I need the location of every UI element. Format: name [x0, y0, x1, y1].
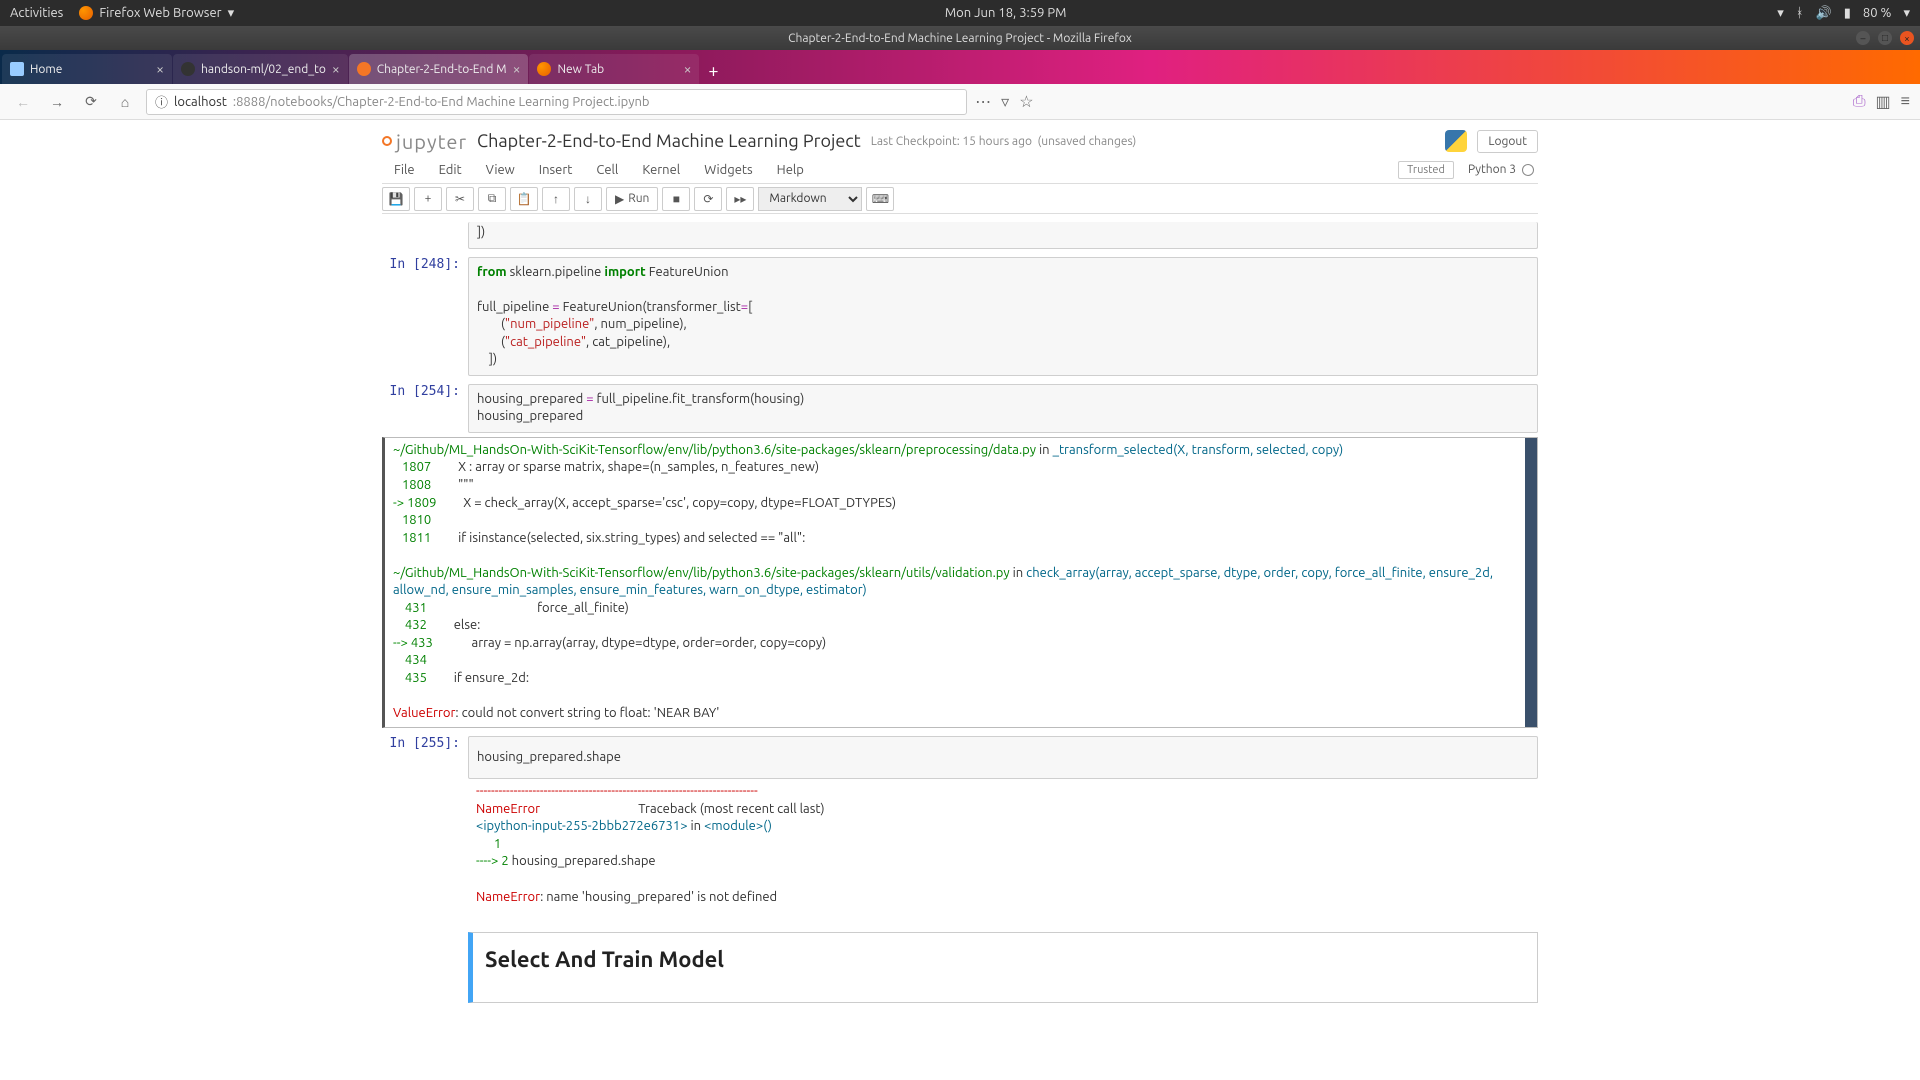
- power-icon[interactable]: ▾: [1903, 6, 1910, 21]
- error-output: ----------------------------------------…: [468, 779, 1538, 910]
- home-button[interactable]: ⌂: [112, 89, 138, 115]
- battery-pct: 80 %: [1863, 6, 1892, 20]
- code-input[interactable]: from sklearn.pipeline import FeatureUnio…: [468, 257, 1538, 376]
- trusted-badge[interactable]: Trusted: [1398, 161, 1454, 179]
- menu-file[interactable]: File: [382, 163, 427, 177]
- window-title: Chapter-2-End-to-End Machine Learning Pr…: [788, 32, 1132, 45]
- wifi-icon[interactable]: ▾: [1777, 6, 1784, 21]
- more-icon[interactable]: ⋯: [975, 92, 991, 111]
- code-input[interactable]: ]): [468, 222, 1538, 249]
- menu-kernel[interactable]: Kernel: [630, 163, 692, 177]
- traceback-output[interactable]: ~/Github/ML_HandsOn-With-SciKit-Tensorfl…: [382, 437, 1538, 728]
- menu-bar: File Edit View Insert Cell Kernel Widget…: [382, 156, 1538, 184]
- battery-icon[interactable]: ▮: [1844, 6, 1851, 21]
- cut-button[interactable]: ✂: [446, 187, 474, 211]
- move-down-button[interactable]: ↓: [574, 187, 602, 211]
- menu-help[interactable]: Help: [765, 163, 816, 177]
- firefox-icon: [79, 6, 93, 20]
- code-cell[interactable]: In [248]: from sklearn.pipeline import F…: [382, 257, 1538, 376]
- heading: Select And Train Model: [485, 947, 1525, 972]
- prompt: [382, 222, 468, 249]
- menu-view[interactable]: View: [474, 163, 527, 177]
- jupyter-logo[interactable]: jupyter: [382, 130, 467, 153]
- markdown-cell[interactable]: Select And Train Model: [382, 918, 1538, 1003]
- jupyter-icon: [357, 62, 371, 76]
- url-host: localhost: [174, 95, 227, 109]
- jupyter-header: jupyter Chapter-2-End-to-End Machine Lea…: [382, 120, 1538, 156]
- clock[interactable]: Mon Jun 18, 3:59 PM: [234, 6, 1777, 20]
- bluetooth-icon[interactable]: ᚼ: [1796, 6, 1804, 20]
- pocket-icon[interactable]: ▿: [1001, 92, 1009, 111]
- info-icon[interactable]: ⓘ: [155, 92, 168, 111]
- window-close-button[interactable]: ×: [1900, 31, 1914, 45]
- sidebar-icon[interactable]: ▥: [1876, 92, 1891, 111]
- close-icon[interactable]: ×: [513, 61, 521, 77]
- tab-home[interactable]: Home ×: [2, 54, 172, 84]
- volume-icon[interactable]: 🔊: [1816, 6, 1832, 21]
- checkpoint-text: Last Checkpoint: 15 hours ago (unsaved c…: [871, 135, 1137, 148]
- output-cell: ~/Github/ML_HandsOn-With-SciKit-Tensorfl…: [382, 433, 1538, 728]
- menu-icon[interactable]: ≡: [1901, 92, 1910, 111]
- tab-handson-ml[interactable]: handson-ml/02_end_to ×: [173, 54, 348, 84]
- code-cell[interactable]: ]): [382, 222, 1538, 249]
- close-icon[interactable]: ×: [156, 61, 164, 77]
- code-input[interactable]: housing_prepared = full_pipeline.fit_tra…: [468, 384, 1538, 433]
- back-button[interactable]: ←: [10, 89, 36, 115]
- prompt: In [255]:: [382, 736, 468, 910]
- restart-run-all-button[interactable]: ▸▸: [726, 187, 754, 211]
- window-title-bar: Chapter-2-End-to-End Machine Learning Pr…: [0, 26, 1920, 50]
- notebook-body[interactable]: ]) In [248]: from sklearn.pipeline impor…: [382, 222, 1538, 1003]
- url-bar[interactable]: ⓘ localhost :8888/notebooks/Chapter-2-End…: [146, 89, 967, 115]
- prompt: In [248]:: [382, 257, 468, 376]
- code-input[interactable]: housing_prepared.shape: [468, 736, 1538, 780]
- url-path: :8888/notebooks/Chapter-2-End-to-End Mac…: [233, 95, 650, 109]
- code-cell[interactable]: In [254]: housing_prepared = full_pipeli…: [382, 384, 1538, 433]
- close-icon[interactable]: ×: [332, 61, 340, 77]
- firefox-icon: [537, 62, 551, 76]
- home-icon: [10, 62, 24, 76]
- nav-bar: ← → ⟳ ⌂ ⓘ localhost :8888/notebooks/Chapt…: [0, 84, 1920, 120]
- notebook-title[interactable]: Chapter-2-End-to-End Machine Learning Pr…: [477, 131, 861, 151]
- window-maximize-button[interactable]: □: [1878, 31, 1892, 45]
- menu-cell[interactable]: Cell: [584, 163, 630, 177]
- star-icon[interactable]: ☆: [1019, 92, 1033, 111]
- forward-button[interactable]: →: [44, 89, 70, 115]
- library-icon[interactable]: ⎙: [1853, 92, 1866, 111]
- toolbar: 💾 + ✂ ⧉ 📋 ↑ ↓ ▶ Run ■ ⟳ ▸▸ Markdown ⌨: [382, 184, 1538, 214]
- github-icon: [181, 62, 195, 76]
- tab-chapter-2[interactable]: Chapter-2-End-to-End M ×: [349, 54, 529, 84]
- menu-insert[interactable]: Insert: [527, 163, 585, 177]
- gnome-top-bar: Activities Firefox Web Browser ▾ Mon Jun…: [0, 0, 1920, 26]
- restart-button[interactable]: ⟳: [694, 187, 722, 211]
- interrupt-button[interactable]: ■: [662, 187, 690, 211]
- add-cell-button[interactable]: +: [414, 187, 442, 211]
- python-icon: [1445, 130, 1467, 152]
- new-tab-button[interactable]: +: [700, 58, 726, 84]
- reload-button[interactable]: ⟳: [78, 89, 104, 115]
- tab-new-tab[interactable]: New Tab ×: [529, 54, 699, 84]
- move-up-button[interactable]: ↑: [542, 187, 570, 211]
- window-minimize-button[interactable]: –: [1856, 31, 1870, 45]
- kernel-idle-icon: [1522, 164, 1534, 176]
- app-menu[interactable]: Firefox Web Browser ▾: [79, 6, 234, 21]
- code-cell[interactable]: In [255]: housing_prepared.shape -------…: [382, 736, 1538, 910]
- run-button[interactable]: ▶ Run: [606, 187, 658, 211]
- save-button[interactable]: 💾: [382, 187, 410, 211]
- menu-widgets[interactable]: Widgets: [692, 163, 764, 177]
- logout-button[interactable]: Logout: [1477, 130, 1538, 153]
- tab-strip: Home × handson-ml/02_end_to × Chapter-2-…: [0, 50, 1920, 84]
- prompt: In [254]:: [382, 384, 468, 433]
- copy-button[interactable]: ⧉: [478, 187, 506, 211]
- celltype-select[interactable]: Markdown: [758, 187, 862, 211]
- paste-button[interactable]: 📋: [510, 187, 538, 211]
- menu-edit[interactable]: Edit: [427, 163, 474, 177]
- close-icon[interactable]: ×: [684, 61, 692, 77]
- activities-button[interactable]: Activities: [10, 6, 63, 20]
- command-palette-button[interactable]: ⌨: [866, 187, 894, 211]
- kernel-indicator[interactable]: Python 3: [1468, 163, 1534, 176]
